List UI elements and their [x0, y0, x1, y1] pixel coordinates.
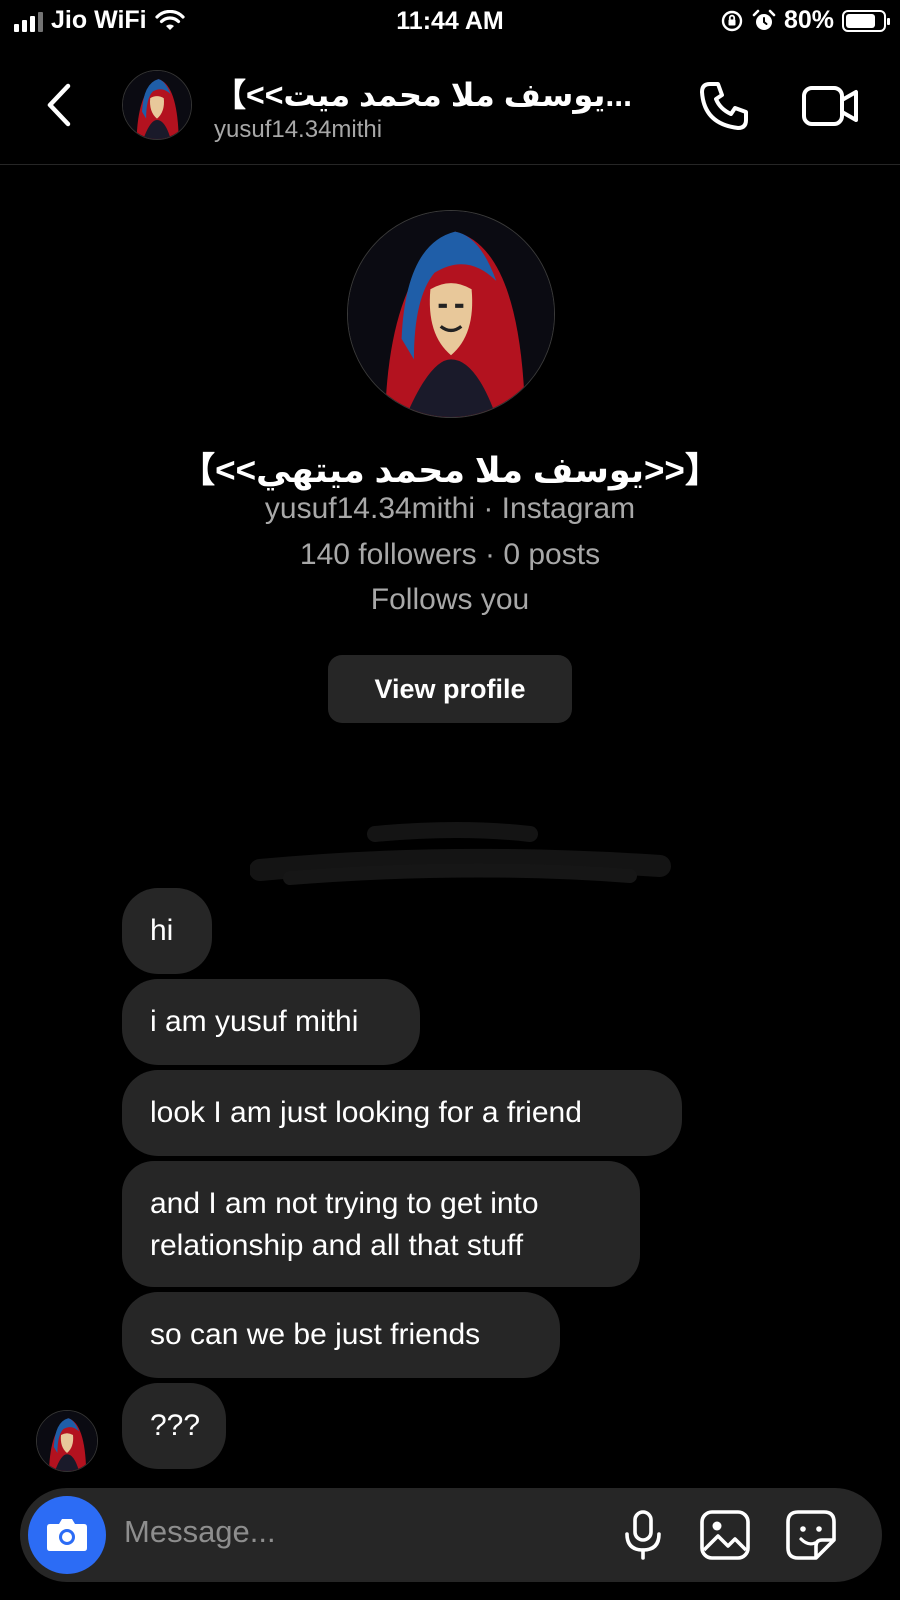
orientation-lock-icon	[721, 10, 743, 31]
hooded-figure-profile-image	[348, 211, 554, 417]
chevron-left-icon[interactable]	[40, 80, 80, 130]
battery-fill	[846, 13, 875, 28]
message-bubble[interactable]: i am yusuf mithi	[122, 979, 420, 1065]
message-bubble[interactable]: look I am just looking for a friend	[122, 1070, 682, 1156]
view-profile-button[interactable]: View profile	[328, 655, 572, 723]
battery-icon	[842, 9, 890, 32]
hooded-figure-sender-image	[37, 1411, 97, 1471]
message-input[interactable]: Message...	[124, 1514, 276, 1550]
message-bubble[interactable]: ???	[122, 1383, 226, 1469]
message-bubble[interactable]: so can we be just friends	[122, 1292, 560, 1378]
camera-icon	[47, 1519, 87, 1551]
hooded-figure-avatar-image	[123, 71, 191, 139]
message-bubble[interactable]: and I am not trying to get into relation…	[122, 1161, 640, 1287]
profile-subtitle: yusuf14.34mithi · Instagram	[264, 492, 636, 525]
camera-button[interactable]	[28, 1496, 106, 1574]
profile-name: 【<<يوسف ملا محمد ميتهي>>】	[180, 451, 720, 490]
header-name[interactable]: 【<<يوسف ملا محمد ميت...	[214, 70, 632, 116]
video-camera-icon[interactable]	[800, 78, 862, 134]
message-bubble[interactable]: hi	[122, 888, 212, 974]
profile-stats: 140 followers · 0 posts	[299, 538, 601, 571]
message-composer: Message...	[20, 1488, 882, 1582]
chat-header: 【<<يوسف ملا محمد ميت... yusuf14.34mithi	[0, 52, 900, 165]
sender-avatar[interactable]	[36, 1410, 98, 1472]
status-bar: Jio WiFi 11:44 AM 80%	[0, 0, 900, 46]
follows-you-label: Follows you	[370, 583, 530, 616]
sticker-icon[interactable]	[784, 1508, 838, 1562]
header-avatar[interactable]	[122, 70, 192, 140]
header-username[interactable]: yusuf14.34mithi	[214, 116, 382, 144]
alarm-icon	[752, 9, 776, 30]
image-icon[interactable]	[698, 1508, 752, 1562]
phone-icon[interactable]	[696, 78, 752, 134]
profile-avatar[interactable]	[347, 210, 555, 418]
status-right: 80%	[720, 6, 890, 35]
redaction-scribble	[250, 822, 671, 885]
microphone-icon[interactable]	[616, 1508, 670, 1562]
battery-percent: 80%	[783, 6, 834, 34]
